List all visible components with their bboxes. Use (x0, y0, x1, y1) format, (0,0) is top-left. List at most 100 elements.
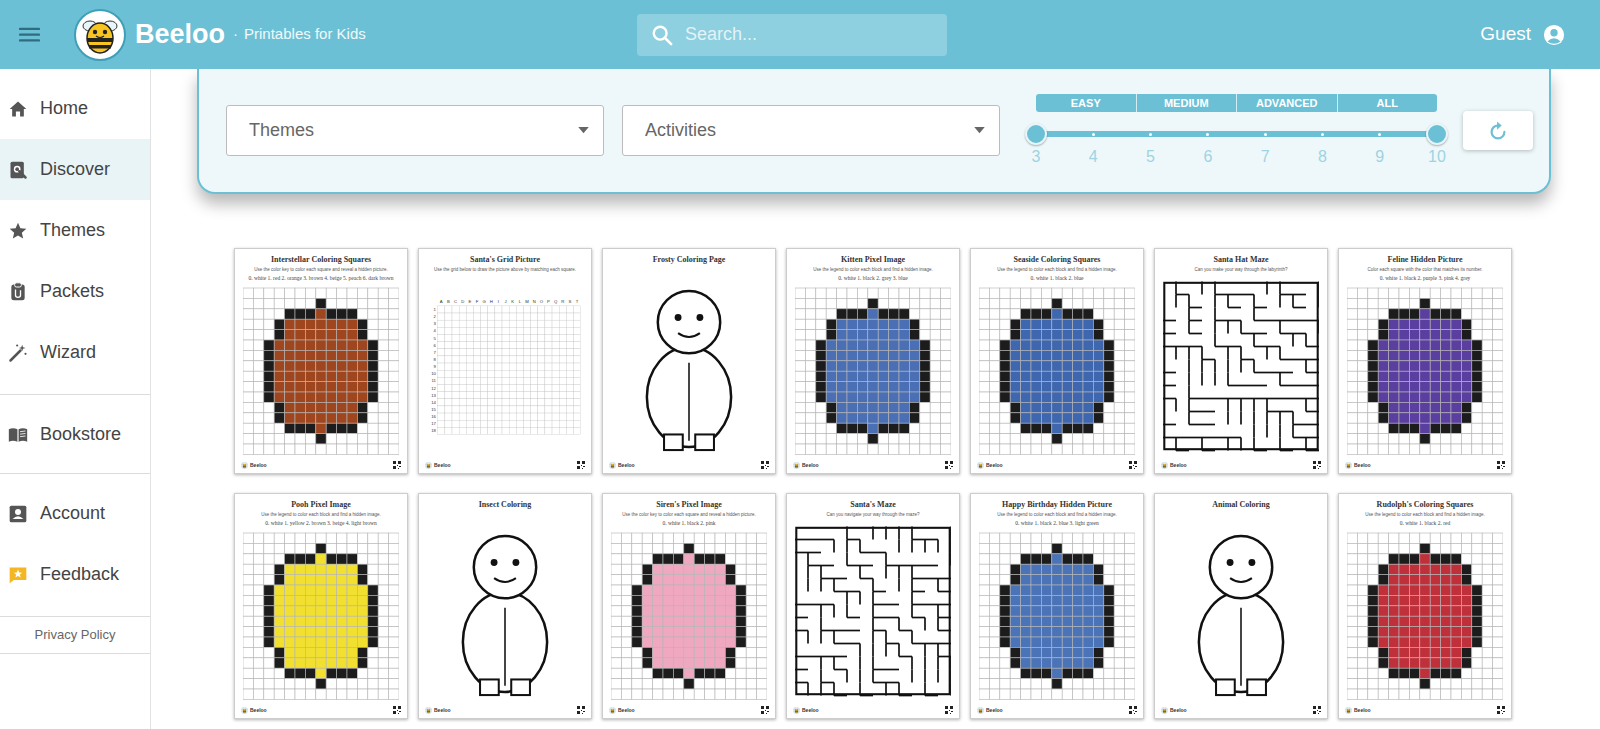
worksheet-card[interactable]: Santa Hat MazeCan you make your way thro… (1154, 248, 1328, 474)
worksheet-title[interactable]: Animal Coloring (1161, 500, 1321, 510)
worksheet-footer: Beeloo (241, 705, 401, 715)
difficulty-label[interactable]: MEDIUM (1164, 98, 1209, 109)
sidebar-label[interactable]: Account (40, 500, 105, 527)
difficulty-segment[interactable]: ALL (1337, 94, 1438, 112)
worksheet-title[interactable]: Feline Hidden Picture (1345, 255, 1505, 265)
difficulty-segment[interactable]: ADVANCED (1236, 94, 1337, 112)
worksheet-title[interactable]: Seaside Coloring Squares (977, 255, 1137, 265)
worksheet-title[interactable]: Frosty Coloring Page (609, 255, 769, 265)
age-slider[interactable]: EASYMEDIUMADVANCEDALL345678910 (1036, 94, 1437, 167)
sidebar-label[interactable]: Home (40, 95, 88, 122)
sidebar-item[interactable]: Feedback (0, 544, 150, 605)
difficulty-label[interactable]: ALL (1377, 98, 1398, 109)
worksheet-card[interactable]: Frosty Coloring PageBeeloo (602, 248, 776, 474)
worksheet-card[interactable]: Kitten Pixel ImageUse the legend to colo… (786, 248, 960, 474)
sidebar-label[interactable]: Bookstore (40, 421, 121, 448)
chevron-down-icon (578, 127, 589, 134)
footer-brand: Beeloo (1161, 707, 1187, 714)
difficulty-label[interactable]: EASY (1071, 98, 1101, 109)
grid-row-label: 18 (431, 428, 436, 433)
brand-name[interactable]: Beeloo (135, 21, 225, 48)
sidebar-item[interactable]: Home (0, 78, 150, 139)
sidebar-item[interactable]: Account (0, 483, 150, 544)
sidebar-item[interactable]: Packets (0, 261, 150, 322)
slider-handle[interactable] (1426, 123, 1448, 145)
grid-row-label: 1 (434, 307, 437, 312)
worksheet-title[interactable]: Kitten Pixel Image (793, 255, 953, 265)
bee-logo-icon (73, 8, 127, 62)
user-label[interactable]: Guest (1480, 20, 1531, 49)
sidebar-item[interactable]: Wizard (0, 322, 150, 383)
worksheet-card[interactable]: Seaside Coloring SquaresUse the legend t… (970, 248, 1144, 474)
qr-code-icon (761, 461, 769, 469)
worksheet-title[interactable]: Pooh Pixel Image (241, 500, 401, 510)
qr-code-icon (1497, 461, 1505, 469)
difficulty-segment[interactable]: MEDIUM (1136, 94, 1237, 112)
footer-brand: Beeloo (977, 462, 1003, 469)
sidebar-item[interactable]: Discover (0, 139, 150, 200)
bee-logo-icon (793, 462, 800, 469)
pixel-drawing (1347, 286, 1503, 456)
worksheet-card[interactable]: Happy Birthday Hidden PictureUse the leg… (970, 493, 1144, 719)
worksheet-card[interactable]: Interstellar Coloring SquaresUse the col… (234, 248, 408, 474)
qr-code-icon (1129, 706, 1137, 714)
search-box[interactable] (637, 14, 947, 56)
worksheet-title[interactable]: Happy Birthday Hidden Picture (977, 500, 1137, 510)
search-input[interactable] (685, 21, 933, 48)
worksheet-title[interactable]: Siren's Pixel Image (609, 500, 769, 510)
filter-panel: ThemesActivitiesEASYMEDIUMADVANCEDALL345… (197, 69, 1551, 194)
themes-dropdown[interactable]: Themes (226, 105, 604, 156)
sidebar-item[interactable]: Themes (0, 200, 150, 261)
themes-dropdown-label: Themes (249, 117, 314, 144)
worksheet-card[interactable]: Animal Coloring Beeloo (1154, 493, 1328, 719)
slider-handle[interactable] (1025, 123, 1047, 145)
worksheet-legend: 0. white 1. black 2. blue 3. light green (977, 520, 1137, 527)
sidebar-item[interactable]: Bookstore (0, 404, 150, 465)
footer-brand-name: Beeloo (802, 708, 819, 713)
grid-column-label: F (476, 299, 479, 304)
worksheet-title[interactable]: Santa Hat Maze (1161, 255, 1321, 265)
worksheet-title[interactable]: Insect Coloring (425, 500, 585, 510)
user-menu[interactable]: Guest (1480, 20, 1565, 49)
worksheet-card[interactable]: Siren's Pixel ImageUse the color key to … (602, 493, 776, 719)
coloring-drawing (611, 269, 767, 456)
activities-dropdown-label: Activities (645, 117, 716, 144)
worksheet-card[interactable]: Santa's MazeCan you navigate your way th… (786, 493, 960, 719)
footer-brand: Beeloo (1161, 462, 1187, 469)
worksheet-title[interactable]: Santa's Maze (793, 500, 953, 510)
coloring-drawing (1163, 514, 1319, 701)
slider-fill (1036, 131, 1437, 137)
sidebar-label[interactable]: Packets (40, 278, 104, 305)
sidebar-label[interactable]: Discover (40, 156, 110, 183)
difficulty-label[interactable]: ADVANCED (1256, 98, 1318, 109)
worksheet-grid: Interstellar Coloring SquaresUse the col… (234, 248, 1600, 719)
worksheet-card[interactable]: Santa's Grid PictureUse the grid below t… (418, 248, 592, 474)
sidebar-group: Home Discover Themes Packets Wizard (0, 69, 150, 395)
worksheet-instructions: Use the legend to color each block and f… (1345, 512, 1505, 517)
worksheet-card[interactable]: Rudolph's Coloring Squares Use the legend… (1338, 493, 1512, 719)
footer-brand-name: Beeloo (250, 708, 267, 713)
coloring-drawing (427, 514, 583, 701)
worksheet-title[interactable]: Interstellar Coloring Squares (241, 255, 401, 265)
privacy-link[interactable]: Privacy Policy (35, 625, 116, 645)
sidebar-label[interactable]: Wizard (40, 339, 96, 366)
sidebar-label[interactable]: Feedback (40, 561, 119, 588)
activities-dropdown[interactable]: Activities (622, 105, 1000, 156)
grid-column-label: T (576, 299, 579, 304)
difficulty-segment[interactable]: EASY (1036, 94, 1136, 112)
footer-brand-name: Beeloo (434, 708, 451, 713)
worksheet-title[interactable]: Santa's Grid Picture (425, 255, 585, 265)
worksheet-card[interactable]: Feline Hidden PictureColor each square w… (1338, 248, 1512, 474)
worksheet-footer: Beeloo (1161, 705, 1321, 715)
user-icon (1543, 24, 1565, 46)
reset-button[interactable] (1463, 111, 1533, 150)
worksheet-title[interactable]: Rudolph's Coloring Squares (1345, 500, 1505, 510)
sidebar-label[interactable]: Themes (40, 217, 105, 244)
footer-brand: Beeloo (425, 462, 451, 469)
worksheet-card[interactable]: Insect Coloring Beeloo (418, 493, 592, 719)
qr-code-icon (577, 461, 585, 469)
worksheet-picture (793, 517, 953, 705)
bee-logo-icon (977, 707, 984, 714)
logo[interactable]: Beeloo·Printables for Kids (73, 8, 366, 62)
worksheet-card[interactable]: Pooh Pixel ImageUse the legend to color … (234, 493, 408, 719)
